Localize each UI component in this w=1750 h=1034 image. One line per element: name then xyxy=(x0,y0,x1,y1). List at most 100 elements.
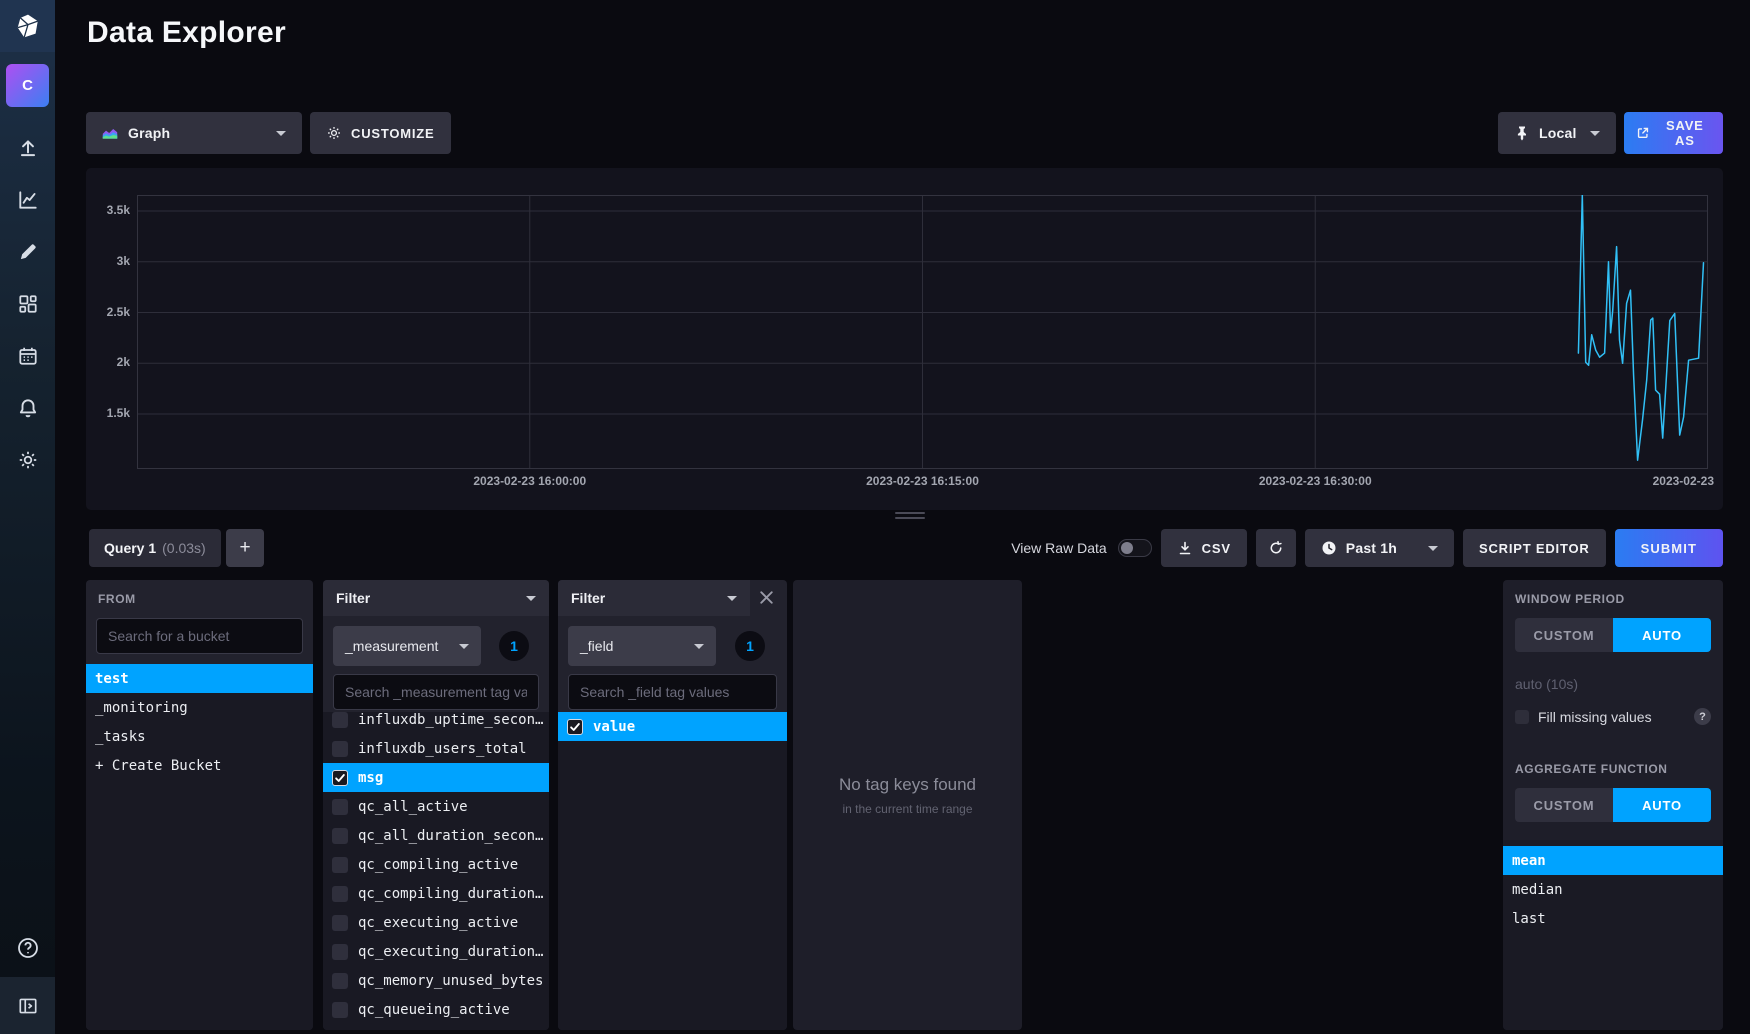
measurement-search-input[interactable] xyxy=(333,674,539,710)
chevron-down-icon xyxy=(1428,546,1438,551)
sidebar-item-upload[interactable] xyxy=(0,138,55,162)
bucket-item[interactable]: test xyxy=(86,664,313,693)
checkbox-unchecked[interactable] xyxy=(332,857,348,873)
influxdb-logo-icon[interactable] xyxy=(0,0,55,52)
local-dropdown[interactable]: Local xyxy=(1498,112,1616,154)
csv-button[interactable]: CSV xyxy=(1161,529,1247,567)
measurement-item[interactable]: qc_compiling_duration… xyxy=(323,879,549,908)
submit-button[interactable]: SUBMIT xyxy=(1615,529,1723,567)
tag-key-label: _field xyxy=(580,638,613,654)
field-item[interactable]: value xyxy=(558,712,787,741)
checkbox-unchecked[interactable] xyxy=(332,973,348,989)
query-controls: View Raw Data CSV Past 1h SCRIPT EDITOR … xyxy=(1011,529,1723,567)
bucket-search-input[interactable] xyxy=(96,618,303,654)
filter-type-dropdown[interactable]: Filter xyxy=(558,580,750,616)
clock-icon xyxy=(1321,540,1337,556)
tag-key-dropdown[interactable]: _measurement xyxy=(333,626,481,666)
measurement-item[interactable]: qc_all_active xyxy=(323,792,549,821)
auto-option[interactable]: AUTO xyxy=(1613,788,1711,822)
query-tab[interactable]: Query 1 (0.03s) xyxy=(89,529,221,567)
field-search-input[interactable] xyxy=(568,674,777,710)
avatar[interactable]: C xyxy=(6,64,49,107)
bucket-item[interactable]: + Create Bucket xyxy=(86,751,313,780)
script-editor-label: SCRIPT EDITOR xyxy=(1479,541,1590,556)
bucket-item[interactable]: _monitoring xyxy=(86,693,313,722)
measurement-item[interactable]: qc_memory_unused_bytes xyxy=(323,966,549,995)
chevron-down-icon xyxy=(694,644,704,649)
measurement-item[interactable]: qc_queueing_active xyxy=(323,995,549,1024)
checkbox-unchecked[interactable] xyxy=(332,741,348,757)
sidebar-item-alerts[interactable] xyxy=(0,398,55,422)
measurement-item[interactable]: msg xyxy=(323,763,549,792)
csv-label: CSV xyxy=(1202,541,1231,556)
window-period-toggle: CUSTOM AUTO xyxy=(1515,618,1711,652)
fill-missing-checkbox[interactable] xyxy=(1515,710,1529,724)
checkbox-checked[interactable] xyxy=(332,770,348,786)
checkbox-unchecked[interactable] xyxy=(332,799,348,815)
checkbox-unchecked[interactable] xyxy=(332,1002,348,1018)
checkbox-unchecked[interactable] xyxy=(332,828,348,844)
tag-key-dropdown[interactable]: _field xyxy=(568,626,716,666)
save-as-button[interactable]: SAVE AS xyxy=(1624,112,1723,154)
custom-option[interactable]: CUSTOM xyxy=(1515,788,1613,822)
customize-button[interactable]: CUSTOMIZE xyxy=(310,112,451,154)
chevron-down-icon xyxy=(1590,131,1600,136)
measurement-item[interactable]: influxdb_uptime_secon… xyxy=(323,712,549,734)
sidebar-item-notebooks[interactable] xyxy=(0,242,55,266)
checkbox-unchecked[interactable] xyxy=(332,712,348,728)
add-query-button[interactable]: + xyxy=(226,529,264,567)
function-item[interactable]: last xyxy=(1503,904,1723,933)
field-item-label: value xyxy=(593,719,635,735)
save-as-label: SAVE AS xyxy=(1659,118,1711,148)
checkbox-unchecked[interactable] xyxy=(332,915,348,931)
selected-count-badge: 1 xyxy=(735,631,765,661)
measurement-item-label: qc_all_duration_secon… xyxy=(358,828,543,844)
chart-panel[interactable]: 3.5k3k2.5k2k1.5k2023-02-23 16:00:002023-… xyxy=(86,168,1723,510)
checkbox-unchecked[interactable] xyxy=(332,944,348,960)
view-raw-data-toggle[interactable] xyxy=(1118,539,1152,557)
pencil-icon xyxy=(17,241,39,268)
help-icon[interactable] xyxy=(0,936,55,960)
y-axis-tick: 3k xyxy=(86,254,130,268)
panel-resize-handle[interactable] xyxy=(895,512,925,522)
measurement-item[interactable]: qc_executing_duration… xyxy=(323,937,549,966)
time-range-label: Past 1h xyxy=(1346,540,1397,556)
export-icon xyxy=(1636,125,1650,141)
collapse-icon[interactable] xyxy=(0,977,55,1034)
window-period-header: WINDOW PERIOD xyxy=(1515,592,1625,606)
checkbox-unchecked[interactable] xyxy=(332,886,348,902)
measurement-item[interactable]: qc_compiling_active xyxy=(323,850,549,879)
query-tab-label: Query 1 xyxy=(104,540,156,556)
sidebar-item-dashboards[interactable] xyxy=(0,294,55,318)
custom-option[interactable]: CUSTOM xyxy=(1515,618,1613,652)
measurement-item[interactable]: qc_all_duration_secon… xyxy=(323,821,549,850)
close-icon[interactable] xyxy=(756,587,777,613)
tag-key-label: _measurement xyxy=(345,638,438,654)
script-editor-button[interactable]: SCRIPT EDITOR xyxy=(1463,529,1606,567)
bucket-selector-panel: FROM test_monitoring_tasks+ Create Bucke… xyxy=(86,580,313,1030)
function-item[interactable]: median xyxy=(1503,875,1723,904)
checkbox-checked[interactable] xyxy=(567,719,583,735)
function-item[interactable]: mean xyxy=(1503,846,1723,875)
field-list: value xyxy=(558,712,787,1030)
measurement-item[interactable]: influxdb_users_total xyxy=(323,734,549,763)
refresh-button[interactable] xyxy=(1256,529,1296,567)
refresh-icon xyxy=(1268,540,1284,556)
sidebar-item-settings[interactable] xyxy=(0,450,55,474)
sidebar-item-tasks[interactable] xyxy=(0,346,55,370)
aggregate-function-list: meanmedianlast xyxy=(1503,840,1723,1030)
sidebar: C xyxy=(0,0,55,1034)
bucket-item-label: test xyxy=(95,671,129,687)
auto-option[interactable]: AUTO xyxy=(1613,618,1711,652)
measurement-item-label: qc_all_active xyxy=(358,799,468,815)
visualization-type-dropdown[interactable]: Graph xyxy=(86,112,302,154)
help-badge[interactable]: ? xyxy=(1694,708,1711,725)
sidebar-item-data-explorer[interactable] xyxy=(0,190,55,214)
measurement-item[interactable]: qc_executing_active xyxy=(323,908,549,937)
gear-icon xyxy=(17,449,39,476)
page-title: Data Explorer xyxy=(87,16,286,50)
time-range-dropdown[interactable]: Past 1h xyxy=(1305,529,1454,567)
filter-type-dropdown[interactable]: Filter xyxy=(323,580,549,616)
bucket-item[interactable]: _tasks xyxy=(86,722,313,751)
chevron-down-icon xyxy=(727,596,737,601)
